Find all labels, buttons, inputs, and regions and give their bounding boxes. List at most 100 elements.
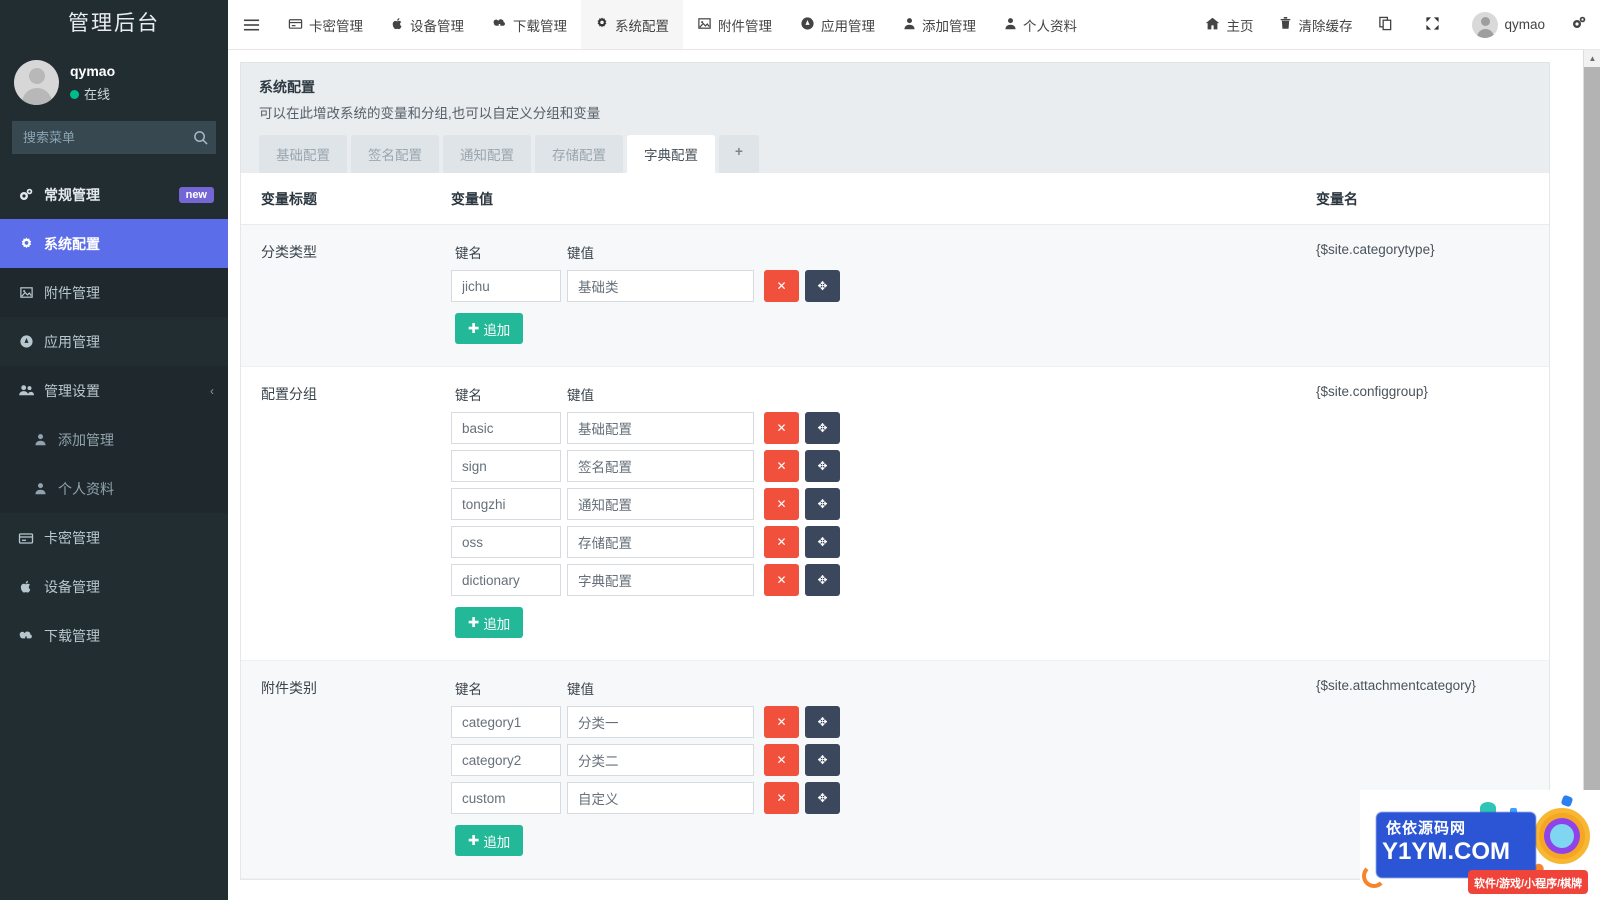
value-input[interactable] (567, 564, 754, 596)
value-input[interactable] (567, 270, 754, 302)
navbar-left-links: 卡密管理 设备管理 下载管理 系统配置 附件管理 应用管理 添加管理 个人资料 (274, 0, 1091, 49)
move-pair-button[interactable]: ✥ (805, 488, 840, 520)
row-pairs: 键名 键值 ✕ ✥ (451, 660, 1316, 879)
sidebar-item-download[interactable]: 下载管理 (0, 611, 228, 660)
delete-pair-button[interactable]: ✕ (764, 564, 799, 596)
add-pair-button[interactable]: ✚ 追加 (455, 825, 524, 856)
value-input[interactable] (567, 706, 754, 738)
nav-link-download[interactable]: 下载管理 (478, 0, 581, 49)
sidebar-item-attachment[interactable]: 附件管理 (0, 268, 228, 317)
cogs-icon (17, 187, 35, 203)
tab-add-button[interactable]: + (719, 135, 759, 173)
move-pair-button[interactable]: ✥ (805, 270, 840, 302)
sidebar-item-card-secret[interactable]: 卡密管理 (0, 513, 228, 562)
key-input[interactable] (451, 706, 561, 738)
delete-pair-button[interactable]: ✕ (764, 488, 799, 520)
tab-basic-config[interactable]: 基础配置 (259, 135, 347, 173)
sidebar-item-label: 附件管理 (44, 284, 100, 301)
close-icon: ✕ (776, 279, 787, 293)
sidebar-item-admin-settings[interactable]: 管理设置 ‹ (0, 366, 228, 415)
nav-link-system-config[interactable]: 系统配置 (581, 0, 683, 49)
tab-sign-config[interactable]: 签名配置 (351, 135, 439, 173)
delete-pair-button[interactable]: ✕ (764, 744, 799, 776)
key-input[interactable] (451, 488, 561, 520)
delete-pair-button[interactable]: ✕ (764, 782, 799, 814)
move-pair-button[interactable]: ✥ (805, 526, 840, 558)
value-input[interactable] (567, 782, 754, 814)
navbar-settings-button[interactable] (1558, 0, 1600, 49)
key-input[interactable] (451, 412, 561, 444)
tab-storage-config[interactable]: 存储配置 (535, 135, 623, 173)
nav-link-label: 卡密管理 (309, 18, 363, 34)
nav-link-label: 设备管理 (410, 18, 464, 34)
sidebar-item-profile[interactable]: 个人资料 (0, 464, 228, 513)
nav-link-attachment[interactable]: 附件管理 (683, 0, 786, 49)
sidebar-item-device[interactable]: 设备管理 (0, 562, 228, 611)
delete-pair-button[interactable]: ✕ (764, 706, 799, 738)
page-description: 可以在此增改系统的变量和分组,也可以自定义分组和变量 (259, 106, 601, 121)
sidebar-item-application[interactable]: 应用管理 (0, 317, 228, 366)
add-pair-button[interactable]: ✚ 追加 (455, 607, 524, 638)
close-icon: ✕ (776, 497, 787, 511)
sidebar-item-general[interactable]: 常规管理 new (0, 170, 228, 219)
nav-link-clear-cache[interactable]: 清除缓存 (1266, 0, 1365, 49)
move-pair-button[interactable]: ✥ (805, 782, 840, 814)
value-input[interactable] (567, 526, 754, 558)
kv-header-value: 键值 (567, 388, 594, 403)
scroll-up-arrow-icon[interactable]: ▲ (1584, 50, 1600, 67)
move-pair-button[interactable]: ✥ (805, 706, 840, 738)
kv-row: ✕ ✥ (451, 706, 1316, 738)
add-pair-button[interactable]: ✚ 追加 (455, 313, 524, 344)
row-title: 分类类型 (241, 224, 451, 367)
tab-notify-config[interactable]: 通知配置 (443, 135, 531, 173)
move-pair-button[interactable]: ✥ (805, 564, 840, 596)
move-icon: ✥ (817, 459, 828, 473)
sidebar-item-system-config[interactable]: 系统配置 (0, 219, 228, 268)
key-input[interactable] (451, 526, 561, 558)
search-icon[interactable] (186, 123, 214, 152)
row-title: 配置分组 (241, 366, 451, 661)
nav-link-application[interactable]: 应用管理 (786, 0, 889, 49)
delete-pair-button[interactable]: ✕ (764, 526, 799, 558)
key-input[interactable] (451, 450, 561, 482)
move-pair-button[interactable]: ✥ (805, 412, 840, 444)
move-icon: ✥ (817, 421, 828, 435)
nav-link-copy[interactable] (1365, 0, 1412, 49)
delete-pair-button[interactable]: ✕ (764, 412, 799, 444)
scrollbar-thumb[interactable] (1584, 67, 1600, 837)
navbar-user-menu[interactable]: qymao (1459, 0, 1558, 49)
value-input[interactable] (567, 450, 754, 482)
value-input[interactable] (567, 488, 754, 520)
key-input[interactable] (451, 782, 561, 814)
row-pairs: 键名 键值 ✕ ✥ (451, 366, 1316, 661)
sidebar-user-panel[interactable]: qymao 在线 (0, 48, 228, 119)
kv-row: ✕ ✥ (451, 488, 1316, 520)
nav-link-fullscreen[interactable] (1412, 0, 1459, 49)
cloud-download-icon (492, 16, 507, 34)
nav-link-add-admin[interactable]: 添加管理 (889, 0, 990, 49)
nav-link-card-secret[interactable]: 卡密管理 (274, 0, 377, 49)
move-icon: ✥ (817, 791, 828, 805)
value-input[interactable] (567, 412, 754, 444)
move-icon: ✥ (817, 573, 828, 587)
vertical-scrollbar[interactable]: ▲ (1583, 50, 1600, 900)
move-pair-button[interactable]: ✥ (805, 744, 840, 776)
nav-link-device[interactable]: 设备管理 (377, 0, 478, 49)
hamburger-icon[interactable] (228, 0, 274, 49)
move-icon: ✥ (817, 497, 828, 511)
key-input[interactable] (451, 270, 561, 302)
chevron-left-icon: ‹ (210, 383, 214, 398)
close-icon: ✕ (776, 535, 787, 549)
key-input[interactable] (451, 564, 561, 596)
key-input[interactable] (451, 744, 561, 776)
sidebar-item-add-admin[interactable]: 添加管理 (0, 415, 228, 464)
sidebar-user-status: 在线 (70, 85, 115, 105)
row-title: 附件类别 (241, 660, 451, 879)
nav-link-profile[interactable]: 个人资料 (990, 0, 1091, 49)
value-input[interactable] (567, 744, 754, 776)
tab-dictionary-config[interactable]: 字典配置 (627, 135, 715, 173)
delete-pair-button[interactable]: ✕ (764, 450, 799, 482)
nav-link-home[interactable]: 主页 (1192, 0, 1266, 49)
delete-pair-button[interactable]: ✕ (764, 270, 799, 302)
move-pair-button[interactable]: ✥ (805, 450, 840, 482)
